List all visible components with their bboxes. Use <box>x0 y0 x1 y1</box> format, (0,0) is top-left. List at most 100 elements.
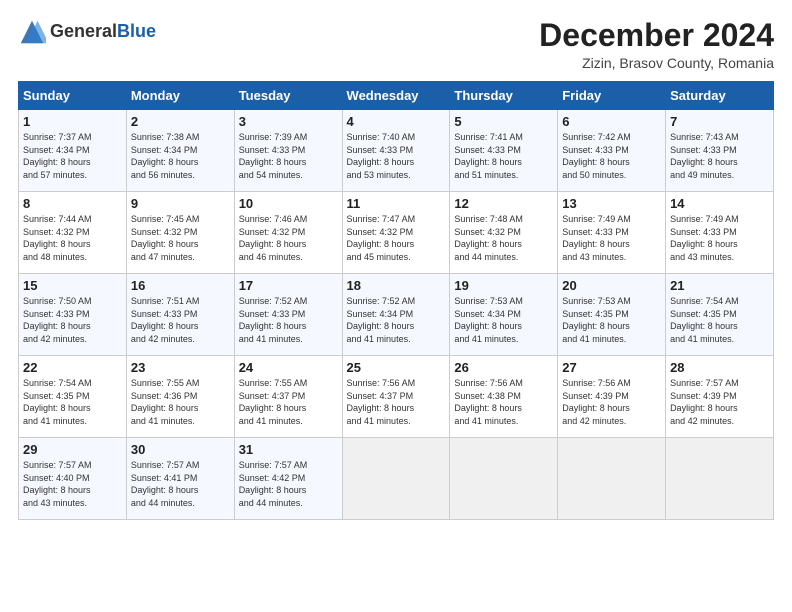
day-info: Sunrise: 7:56 AM Sunset: 4:39 PM Dayligh… <box>562 377 661 427</box>
calendar-week-row: 1 Sunrise: 7:37 AM Sunset: 4:34 PM Daylig… <box>19 110 774 192</box>
day-number: 28 <box>670 360 769 375</box>
day-number: 14 <box>670 196 769 211</box>
day-number: 9 <box>131 196 230 211</box>
day-number: 16 <box>131 278 230 293</box>
table-row: 24Sunrise: 7:55 AM Sunset: 4:37 PM Dayli… <box>234 356 342 438</box>
table-row: 14 Sunrise: 7:49 AM Sunset: 4:33 PM Dayli… <box>666 192 774 274</box>
day-info: Sunrise: 7:39 AM Sunset: 4:33 PM Dayligh… <box>239 131 338 181</box>
table-row: 23 Sunrise: 7:55 AM Sunset: 4:36 PM Dayli… <box>126 356 234 438</box>
day-number: 20 <box>562 278 661 293</box>
day-info: Sunrise: 7:38 AM Sunset: 4:34 PM Dayligh… <box>131 131 230 181</box>
table-row: 31 Sunrise: 7:57 AM Sunset: 4:42 PM Dayli… <box>234 438 342 520</box>
calendar-page: GeneralBlue December 2024 Zizin, Brasov … <box>0 0 792 612</box>
day-number: 13 <box>562 196 661 211</box>
table-row: 9 Sunrise: 7:45 AM Sunset: 4:32 PM Daylig… <box>126 192 234 274</box>
table-row: 22Sunrise: 7:54 AM Sunset: 4:35 PM Dayli… <box>19 356 127 438</box>
day-number: 30 <box>131 442 230 457</box>
table-row: 3Sunrise: 7:39 AM Sunset: 4:33 PM Daylig… <box>234 110 342 192</box>
table-row: 20 Sunrise: 7:53 AM Sunset: 4:35 PM Dayli… <box>558 274 666 356</box>
table-row: 1 Sunrise: 7:37 AM Sunset: 4:34 PM Daylig… <box>19 110 127 192</box>
table-row: 10 Sunrise: 7:46 AM Sunset: 4:32 PM Dayli… <box>234 192 342 274</box>
day-info: Sunrise: 7:56 AM Sunset: 4:38 PM Dayligh… <box>454 377 553 427</box>
day-info: Sunrise: 7:45 AM Sunset: 4:32 PM Dayligh… <box>131 213 230 263</box>
day-info: Sunrise: 7:46 AM Sunset: 4:32 PM Dayligh… <box>239 213 338 263</box>
table-row: 11 Sunrise: 7:47 AM Sunset: 4:32 PM Dayli… <box>342 192 450 274</box>
day-info: Sunrise: 7:44 AM Sunset: 4:32 PM Dayligh… <box>23 213 122 263</box>
day-info: Sunrise: 7:42 AM Sunset: 4:33 PM Dayligh… <box>562 131 661 181</box>
col-saturday: Saturday <box>666 82 774 110</box>
table-row <box>342 438 450 520</box>
day-info: Sunrise: 7:52 AM Sunset: 4:33 PM Dayligh… <box>239 295 338 345</box>
table-row: 2 Sunrise: 7:38 AM Sunset: 4:34 PM Daylig… <box>126 110 234 192</box>
day-info: Sunrise: 7:48 AM Sunset: 4:32 PM Dayligh… <box>454 213 553 263</box>
table-row: 17 Sunrise: 7:52 AM Sunset: 4:33 PM Dayli… <box>234 274 342 356</box>
day-info: Sunrise: 7:41 AM Sunset: 4:33 PM Dayligh… <box>454 131 553 181</box>
day-number: 7 <box>670 114 769 129</box>
table-row: 13 Sunrise: 7:49 AM Sunset: 4:33 PM Dayli… <box>558 192 666 274</box>
logo-icon <box>18 18 46 46</box>
day-number: 5 <box>454 114 553 129</box>
logo-general-text: General <box>50 21 117 41</box>
day-info: Sunrise: 7:51 AM Sunset: 4:33 PM Dayligh… <box>131 295 230 345</box>
day-number: 17 <box>239 278 338 293</box>
day-info: Sunrise: 7:37 AM Sunset: 4:34 PM Dayligh… <box>23 131 122 181</box>
day-info: Sunrise: 7:54 AM Sunset: 4:35 PM Dayligh… <box>670 295 769 345</box>
day-info: Sunrise: 7:55 AM Sunset: 4:36 PM Dayligh… <box>131 377 230 427</box>
table-row: 7Sunrise: 7:43 AM Sunset: 4:33 PM Daylig… <box>666 110 774 192</box>
day-info: Sunrise: 7:57 AM Sunset: 4:41 PM Dayligh… <box>131 459 230 509</box>
day-number: 23 <box>131 360 230 375</box>
table-row: 18 Sunrise: 7:52 AM Sunset: 4:34 PM Dayli… <box>342 274 450 356</box>
day-info: Sunrise: 7:49 AM Sunset: 4:33 PM Dayligh… <box>562 213 661 263</box>
day-number: 27 <box>562 360 661 375</box>
table-row: 27 Sunrise: 7:56 AM Sunset: 4:39 PM Dayli… <box>558 356 666 438</box>
day-number: 10 <box>239 196 338 211</box>
table-row: 29 Sunrise: 7:57 AM Sunset: 4:40 PM Dayli… <box>19 438 127 520</box>
day-number: 19 <box>454 278 553 293</box>
day-number: 26 <box>454 360 553 375</box>
day-number: 18 <box>347 278 446 293</box>
calendar-table: Sunday Monday Tuesday Wednesday Thursday… <box>18 81 774 520</box>
day-info: Sunrise: 7:57 AM Sunset: 4:39 PM Dayligh… <box>670 377 769 427</box>
day-info: Sunrise: 7:53 AM Sunset: 4:35 PM Dayligh… <box>562 295 661 345</box>
col-wednesday: Wednesday <box>342 82 450 110</box>
table-row: 5 Sunrise: 7:41 AM Sunset: 4:33 PM Daylig… <box>450 110 558 192</box>
table-row: 8Sunrise: 7:44 AM Sunset: 4:32 PM Daylig… <box>19 192 127 274</box>
table-row: 30 Sunrise: 7:57 AM Sunset: 4:41 PM Dayli… <box>126 438 234 520</box>
location-subtitle: Zizin, Brasov County, Romania <box>539 55 774 71</box>
day-number: 29 <box>23 442 122 457</box>
logo: GeneralBlue <box>18 18 156 46</box>
day-number: 11 <box>347 196 446 211</box>
table-row: 12Sunrise: 7:48 AM Sunset: 4:32 PM Dayli… <box>450 192 558 274</box>
col-sunday: Sunday <box>19 82 127 110</box>
table-row: 6 Sunrise: 7:42 AM Sunset: 4:33 PM Daylig… <box>558 110 666 192</box>
col-thursday: Thursday <box>450 82 558 110</box>
calendar-week-row: 8Sunrise: 7:44 AM Sunset: 4:32 PM Daylig… <box>19 192 774 274</box>
day-number: 31 <box>239 442 338 457</box>
day-info: Sunrise: 7:57 AM Sunset: 4:40 PM Dayligh… <box>23 459 122 509</box>
col-monday: Monday <box>126 82 234 110</box>
day-number: 6 <box>562 114 661 129</box>
day-info: Sunrise: 7:57 AM Sunset: 4:42 PM Dayligh… <box>239 459 338 509</box>
day-info: Sunrise: 7:53 AM Sunset: 4:34 PM Dayligh… <box>454 295 553 345</box>
table-row: 15Sunrise: 7:50 AM Sunset: 4:33 PM Dayli… <box>19 274 127 356</box>
calendar-week-row: 22Sunrise: 7:54 AM Sunset: 4:35 PM Dayli… <box>19 356 774 438</box>
logo-blue-text: Blue <box>117 21 156 41</box>
col-tuesday: Tuesday <box>234 82 342 110</box>
day-info: Sunrise: 7:50 AM Sunset: 4:33 PM Dayligh… <box>23 295 122 345</box>
table-row <box>666 438 774 520</box>
day-number: 4 <box>347 114 446 129</box>
table-row: 25Sunrise: 7:56 AM Sunset: 4:37 PM Dayli… <box>342 356 450 438</box>
calendar-week-row: 29 Sunrise: 7:57 AM Sunset: 4:40 PM Dayli… <box>19 438 774 520</box>
title-block: December 2024 Zizin, Brasov County, Roma… <box>539 18 774 71</box>
day-info: Sunrise: 7:40 AM Sunset: 4:33 PM Dayligh… <box>347 131 446 181</box>
day-number: 21 <box>670 278 769 293</box>
day-info: Sunrise: 7:47 AM Sunset: 4:32 PM Dayligh… <box>347 213 446 263</box>
table-row: 28 Sunrise: 7:57 AM Sunset: 4:39 PM Dayli… <box>666 356 774 438</box>
day-info: Sunrise: 7:52 AM Sunset: 4:34 PM Dayligh… <box>347 295 446 345</box>
table-row: 16 Sunrise: 7:51 AM Sunset: 4:33 PM Dayli… <box>126 274 234 356</box>
day-info: Sunrise: 7:49 AM Sunset: 4:33 PM Dayligh… <box>670 213 769 263</box>
header: GeneralBlue December 2024 Zizin, Brasov … <box>18 18 774 71</box>
day-number: 1 <box>23 114 122 129</box>
table-row: 19 Sunrise: 7:53 AM Sunset: 4:34 PM Dayli… <box>450 274 558 356</box>
day-number: 2 <box>131 114 230 129</box>
